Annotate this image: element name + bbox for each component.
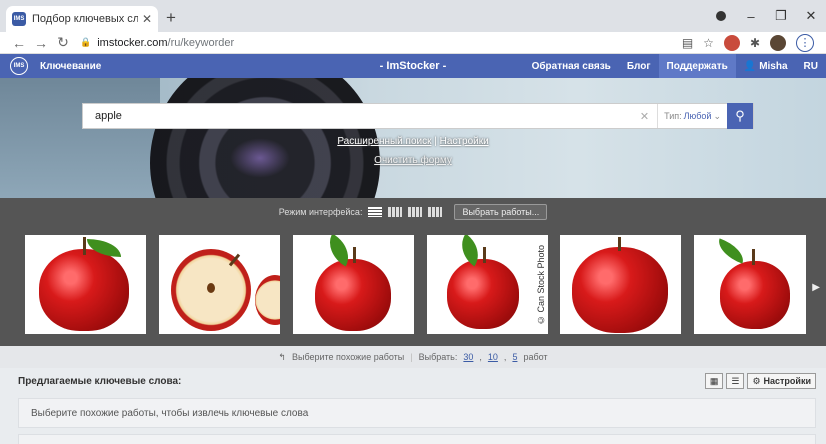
back-icon[interactable]: ← bbox=[8, 35, 30, 51]
keywords-settings-label: Настройки bbox=[763, 376, 811, 386]
extension-icon[interactable] bbox=[723, 34, 740, 51]
header-links: Обратная связь Блог Поддержать 👤 Misha RU bbox=[524, 54, 826, 78]
settings-link[interactable]: Настройки bbox=[440, 136, 489, 147]
gallery-item[interactable] bbox=[694, 235, 806, 334]
close-window-icon[interactable]: ✕ bbox=[796, 8, 826, 24]
gear-icon: ⚙ bbox=[752, 375, 761, 386]
mode-split-icon[interactable] bbox=[428, 207, 443, 217]
address-bar: ← → ↻ 🔒 imstocker.com /ru/keyworder ▤ ☆ … bbox=[0, 32, 826, 54]
keywords-placeholder-box: Выберите похожие работы, чтобы извлечь к… bbox=[18, 398, 816, 428]
keywords-placeholder: Выберите похожие работы, чтобы извлечь к… bbox=[31, 407, 309, 419]
advanced-links: Расширенный поиск | Настройки bbox=[337, 136, 489, 147]
search-button[interactable]: ⚲ bbox=[727, 103, 753, 129]
chevron-down-icon: ⌄ bbox=[713, 110, 721, 121]
hero-banner: apple ✕ Тип: Любой ⌄ ⚲ Расширенный поиск… bbox=[0, 78, 826, 198]
browser-tabbar: IMS Подбор ключевых слов для м… ✕ + – ❐ … bbox=[0, 0, 826, 32]
select-similar-hint: Выберите похожие работы bbox=[291, 352, 405, 362]
nav-donate[interactable]: Поддержать bbox=[658, 54, 736, 78]
gallery-item[interactable] bbox=[293, 235, 414, 334]
mode-grid-icon[interactable] bbox=[388, 207, 403, 217]
keywords-header: Предлагаемые ключевые слова: ▦ ☰ ⚙ Настро… bbox=[18, 370, 816, 392]
select-10-link[interactable]: 10 bbox=[488, 352, 498, 362]
advanced-search-link[interactable]: Расширенный поиск bbox=[337, 136, 431, 147]
select-5-link[interactable]: 5 bbox=[512, 352, 517, 362]
select-label: Выбрать: bbox=[418, 352, 458, 362]
url-host: imstocker.com bbox=[97, 36, 168, 49]
search-box: apple ✕ Тип: Любой ⌄ ⚲ bbox=[82, 103, 754, 129]
gallery-item[interactable] bbox=[560, 235, 681, 334]
view-tags-button[interactable]: ▦ bbox=[704, 373, 724, 389]
user-name: Misha bbox=[759, 60, 788, 72]
extensions-area: ▤ ☆ ✱ ⋮ bbox=[682, 33, 814, 52]
menu-icon[interactable]: ⋮ bbox=[796, 33, 814, 52]
maximize-icon[interactable]: ❐ bbox=[766, 8, 796, 24]
watermark-text: © Can Stock Photo bbox=[536, 245, 546, 326]
new-tab-icon[interactable]: + bbox=[166, 8, 176, 28]
nav-user[interactable]: 👤 Misha bbox=[736, 54, 796, 78]
star-icon[interactable]: ☆ bbox=[703, 36, 714, 50]
reload-icon[interactable]: ↻ bbox=[52, 34, 74, 51]
window-controls: – ❐ ✕ bbox=[706, 0, 826, 32]
separator: | bbox=[410, 352, 413, 362]
lock-icon: 🔒 bbox=[80, 37, 92, 47]
back-arrow-icon: ↰ bbox=[278, 351, 286, 362]
avatar-icon[interactable] bbox=[770, 34, 786, 51]
tab-title: Подбор ключевых слов для м… bbox=[32, 13, 138, 25]
keywords-title: Предлагаемые ключевые слова: bbox=[18, 375, 182, 387]
site-header: IMS Ключевание - ImStocker - Обратная св… bbox=[0, 54, 826, 78]
type-label: Тип: bbox=[664, 111, 682, 121]
nav-keywording[interactable]: Ключевание bbox=[40, 61, 101, 72]
puzzle-icon[interactable]: ✱ bbox=[750, 36, 760, 50]
type-select[interactable]: Тип: Любой ⌄ bbox=[657, 104, 727, 128]
mode-list-icon[interactable] bbox=[368, 207, 383, 217]
mode-bar: Режим интерфейса: Выбрать работы... bbox=[0, 198, 826, 226]
keywords-settings-button[interactable]: ⚙ Настройки bbox=[747, 373, 816, 389]
nav-lang[interactable]: RU bbox=[796, 54, 826, 78]
favicon-icon: IMS bbox=[12, 12, 26, 26]
clear-form-link[interactable]: Очистить форму bbox=[0, 155, 826, 166]
url-path: /ru/keyworder bbox=[167, 36, 235, 49]
image-gallery: © Can Stock Photo ▶ bbox=[0, 226, 826, 346]
works-suffix: работ bbox=[523, 352, 548, 362]
site-logo[interactable]: IMS bbox=[10, 57, 28, 75]
select-works-button[interactable]: Выбрать работы... bbox=[454, 204, 548, 220]
translate-icon[interactable]: ▤ bbox=[682, 36, 693, 50]
gallery-item[interactable] bbox=[159, 235, 280, 334]
mode-label: Режим интерфейса: bbox=[278, 207, 363, 217]
close-tab-icon[interactable]: ✕ bbox=[142, 12, 152, 26]
selection-bar: ↰ Выберите похожие работы | Выбрать: 30,… bbox=[0, 346, 826, 368]
nav-blog[interactable]: Блог bbox=[619, 54, 659, 78]
mode-table-icon[interactable] bbox=[408, 207, 423, 217]
keywords-area bbox=[18, 434, 816, 444]
clear-search-icon[interactable]: ✕ bbox=[632, 110, 657, 123]
next-arrow-icon[interactable]: ▶ bbox=[812, 282, 820, 293]
minimize-icon[interactable]: – bbox=[736, 9, 766, 24]
gallery-item[interactable] bbox=[25, 235, 146, 334]
user-icon: 👤 bbox=[743, 60, 757, 72]
profile-dot-icon[interactable] bbox=[706, 9, 736, 24]
list-icon: ☰ bbox=[731, 375, 740, 386]
tags-icon: ▦ bbox=[709, 375, 719, 386]
browser-tab[interactable]: IMS Подбор ключевых слов для м… ✕ bbox=[6, 6, 158, 32]
select-30-link[interactable]: 30 bbox=[463, 352, 473, 362]
view-list-button[interactable]: ☰ bbox=[726, 373, 745, 389]
nav-feedback[interactable]: Обратная связь bbox=[524, 54, 619, 78]
search-input[interactable]: apple bbox=[83, 110, 632, 122]
search-icon: ⚲ bbox=[735, 108, 745, 123]
keywords-tools: ▦ ☰ ⚙ Настройки bbox=[704, 373, 816, 389]
gallery-item[interactable]: © Can Stock Photo bbox=[427, 235, 548, 334]
url-field[interactable]: 🔒 imstocker.com /ru/keyworder bbox=[80, 37, 682, 49]
forward-icon[interactable]: → bbox=[30, 35, 52, 51]
type-value: Любой bbox=[683, 111, 712, 121]
